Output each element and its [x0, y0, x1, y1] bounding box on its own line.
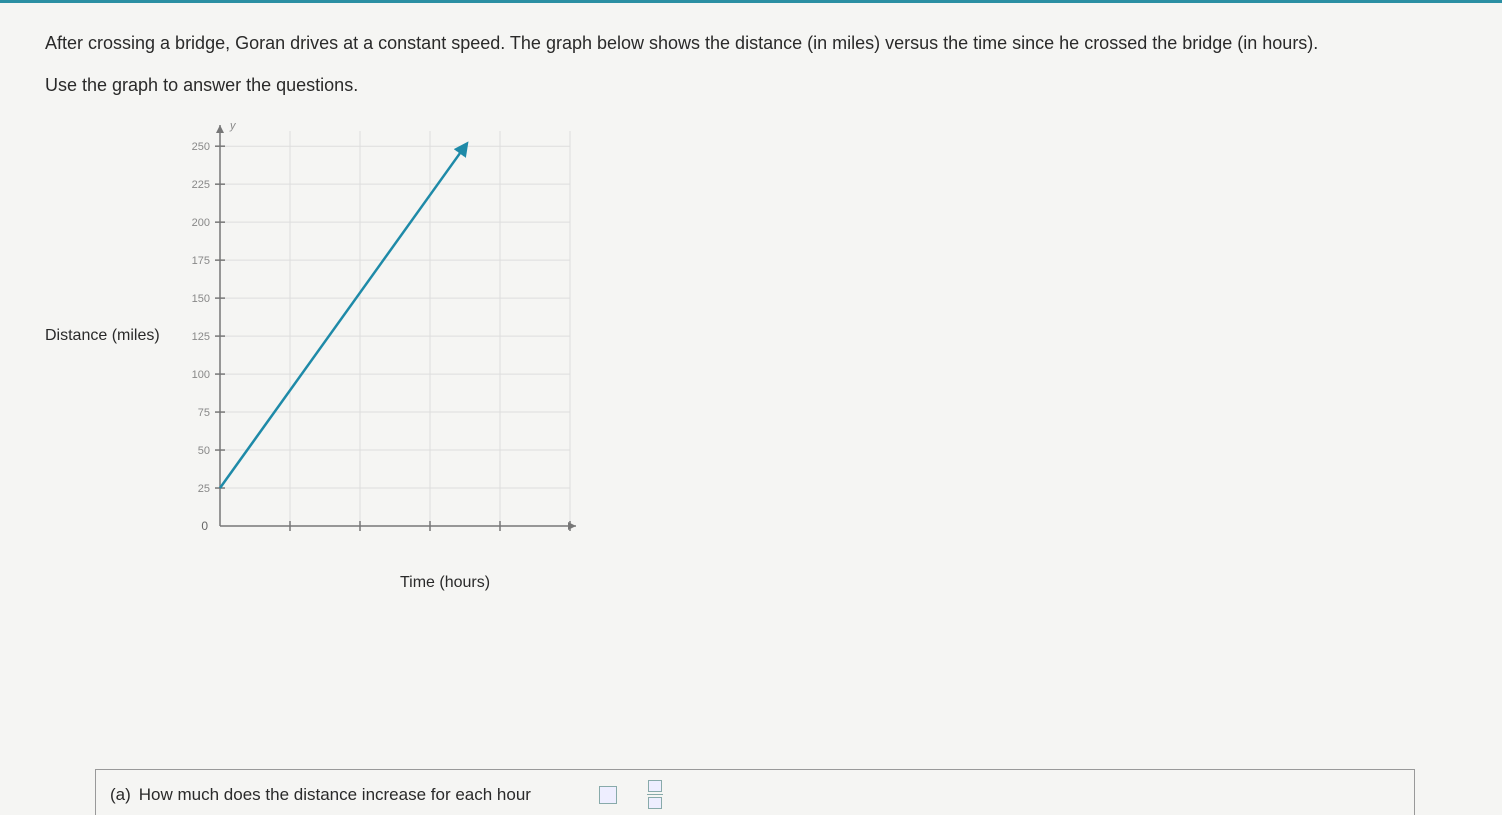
svg-text:75: 75 [197, 407, 209, 419]
svg-text:0: 0 [201, 519, 208, 533]
instruction-text: Use the graph to answer the questions. [45, 75, 1457, 96]
question-text: How much does the distance increase for … [139, 785, 531, 805]
problem-prompt: After crossing a bridge, Goran drives at… [45, 30, 1457, 57]
y-axis-label: Distance (miles) [45, 327, 160, 345]
svg-text:125: 125 [191, 331, 209, 343]
svg-text:200: 200 [191, 217, 209, 229]
svg-text:25: 25 [197, 483, 209, 495]
chart: 25 50 75 100 125 150 175 200 225 250 0 y [170, 116, 590, 556]
svg-text:50: 50 [197, 445, 209, 457]
answer-input-box[interactable] [599, 786, 617, 804]
svg-text:175: 175 [191, 255, 209, 267]
svg-text:250: 250 [191, 141, 209, 153]
question-label: (a) [110, 785, 131, 805]
svg-text:100: 100 [191, 369, 209, 381]
question-box: (a) How much does the distance increase … [95, 769, 1415, 815]
svg-text:225: 225 [191, 179, 209, 191]
fraction-input-button[interactable] [647, 780, 663, 809]
x-axis-label: Time (hours) [400, 574, 490, 591]
svg-text:y: y [229, 120, 237, 132]
svg-text:150: 150 [191, 293, 209, 305]
